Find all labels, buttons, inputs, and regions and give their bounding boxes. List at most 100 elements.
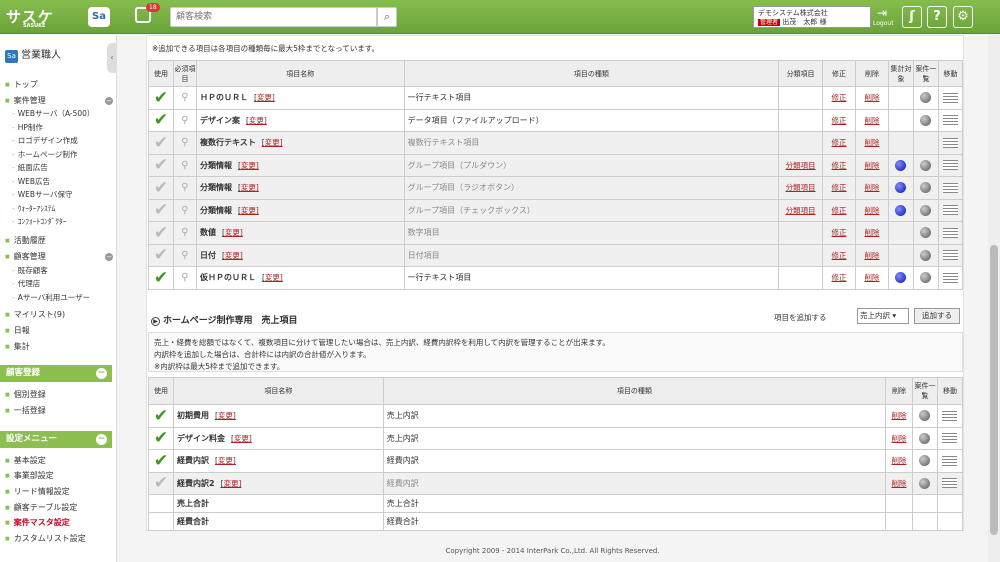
sidebar-item-water[interactable]: ｳｫｰﾀｰｱｼｽﾃﾑ xyxy=(12,203,56,214)
logout-button[interactable]: ⇥ Logout xyxy=(873,6,894,28)
aggregate-toggle-icon[interactable] xyxy=(895,272,907,284)
change-link[interactable]: 変更] xyxy=(254,93,275,102)
customer-search-input[interactable] xyxy=(170,7,377,27)
change-link[interactable]: 変更] xyxy=(231,434,252,443)
delete-link[interactable]: 削除 xyxy=(891,479,906,488)
sidebar-section-settings[interactable]: 設定メニュー − xyxy=(0,431,112,448)
sidebar-item-aserver[interactable]: Aサーバ利用ユーザー xyxy=(12,292,90,303)
collapse-icon[interactable]: − xyxy=(105,253,113,261)
sidebar-item-anken-master[interactable]: 案件マスタ設定 xyxy=(5,517,70,528)
drag-handle-icon[interactable] xyxy=(942,250,958,261)
sidebar-item-kokyaku[interactable]: 顧客管理 xyxy=(5,251,46,262)
change-link[interactable]: 変更] xyxy=(238,183,259,192)
sidebar-item-nippo[interactable]: 日報 xyxy=(5,325,30,336)
change-link[interactable]: 変更] xyxy=(222,228,243,237)
pin-icon[interactable]: ⚲ xyxy=(172,108,197,132)
sidebar-item-reg-bulk[interactable]: 一括登録 xyxy=(5,405,46,416)
collapse-icon[interactable]: − xyxy=(105,97,113,105)
sidebar-item-comfort[interactable]: ｺﾝﾌｫｰﾄｺﾝﾀﾞｸﾀｰ xyxy=(12,216,67,227)
delete-link[interactable]: 削除 xyxy=(865,183,880,192)
sidebar-item-kizon[interactable]: 既存顧客 xyxy=(12,265,48,276)
drag-handle-icon[interactable] xyxy=(942,205,958,216)
aggregate-toggle-icon[interactable] xyxy=(895,182,907,194)
change-link[interactable]: 変更] xyxy=(222,251,243,260)
drag-handle-icon[interactable] xyxy=(942,410,958,421)
sidebar-item-dairi[interactable]: 代理店 xyxy=(12,278,41,289)
pin-icon[interactable]: ⚲ xyxy=(172,266,197,290)
sidebar-item-mylist[interactable]: マイリスト(9) xyxy=(5,309,65,320)
drag-handle-icon[interactable] xyxy=(942,227,958,238)
delete-link[interactable]: 削除 xyxy=(891,411,906,420)
sidebar-item-print[interactable]: 紙面広告 xyxy=(12,162,48,173)
search-icon[interactable]: ⌕ xyxy=(377,7,397,27)
bunrui-link[interactable]: 分類項目 xyxy=(786,206,816,215)
delete-link[interactable]: 削除 xyxy=(891,456,906,465)
drag-handle-icon[interactable] xyxy=(942,272,958,283)
change-link[interactable]: 変更] xyxy=(262,273,283,282)
check-icon[interactable]: ✔ xyxy=(148,426,174,450)
pin-icon[interactable]: ⚲ xyxy=(172,198,197,222)
change-link[interactable]: 変更] xyxy=(238,206,259,215)
sidebar-item-web[interactable]: WEBサーバ（A-500） xyxy=(12,108,95,119)
app-logo[interactable]: サスケ SASUKE xyxy=(6,6,54,29)
pin-icon[interactable]: ⚲ xyxy=(172,153,197,177)
sidebar-section-register[interactable]: 顧客登録 − xyxy=(0,365,112,382)
list-toggle-icon[interactable] xyxy=(920,159,932,171)
check-icon[interactable]: ✔ xyxy=(148,243,174,267)
drag-handle-icon[interactable] xyxy=(942,455,958,466)
drag-handle-icon[interactable] xyxy=(942,182,958,193)
aggregate-toggle-icon[interactable] xyxy=(895,204,907,216)
sidebar-item-lead[interactable]: リード情報設定 xyxy=(5,486,70,497)
check-icon[interactable]: ✔ xyxy=(148,221,174,245)
bunrui-link[interactable]: 分類項目 xyxy=(786,161,816,170)
s-icon[interactable]: ʃ xyxy=(902,6,922,28)
sidebar-collapse-button[interactable]: ‹ xyxy=(107,43,117,73)
pin-icon[interactable]: ⚲ xyxy=(172,243,197,267)
aggregate-toggle-icon[interactable] xyxy=(895,159,907,171)
drag-handle-icon[interactable] xyxy=(942,92,958,103)
sidebar-item-shukei[interactable]: 集計 xyxy=(5,341,30,352)
list-toggle-icon[interactable] xyxy=(920,249,932,261)
check-icon[interactable]: ✔ xyxy=(148,176,174,200)
check-icon[interactable]: ✔ xyxy=(148,198,174,222)
list-toggle-icon[interactable] xyxy=(919,432,931,444)
drag-handle-icon[interactable] xyxy=(942,137,958,148)
sidebar-item-katsudo[interactable]: 活動履歴 xyxy=(5,235,46,246)
edit-link[interactable]: 修正 xyxy=(832,161,847,170)
scrollbar-thumb[interactable] xyxy=(990,245,998,535)
add-item-button[interactable]: 追加する xyxy=(914,308,960,324)
delete-link[interactable]: 削除 xyxy=(891,434,906,443)
sidebar-item-custom-list[interactable]: カスタムリスト設定 xyxy=(5,533,86,544)
edit-link[interactable]: 修正 xyxy=(832,138,847,147)
drag-handle-icon[interactable] xyxy=(942,160,958,171)
sidebar-item-top[interactable]: トップ xyxy=(5,79,38,90)
delete-link[interactable]: 削除 xyxy=(865,93,880,102)
change-link[interactable]: 変更] xyxy=(262,138,283,147)
check-icon[interactable]: ✔ xyxy=(148,471,174,495)
sidebar-item-webhosyu[interactable]: WEBサーバ保守 xyxy=(12,189,73,200)
sidebar-item-basic[interactable]: 基本設定 xyxy=(5,455,46,466)
check-icon[interactable]: ✔ xyxy=(148,449,174,473)
pin-icon[interactable]: ⚲ xyxy=(172,176,197,200)
change-link[interactable]: 変更] xyxy=(246,116,267,125)
scrollbar[interactable] xyxy=(988,35,1000,562)
delete-link[interactable]: 削除 xyxy=(865,116,880,125)
delete-link[interactable]: 削除 xyxy=(865,138,880,147)
sidebar-item-division[interactable]: 事業部設定 xyxy=(5,470,54,481)
list-toggle-icon[interactable] xyxy=(919,477,931,489)
list-toggle-icon[interactable] xyxy=(920,92,932,104)
delete-link[interactable]: 削除 xyxy=(865,228,880,237)
check-icon[interactable]: ✔ xyxy=(148,108,174,132)
delete-link[interactable]: 削除 xyxy=(865,206,880,215)
sidebar-item-hp[interactable]: HP制作 xyxy=(12,122,43,133)
item-type-select[interactable]: 売上内訳 ▾ xyxy=(857,308,909,324)
check-icon[interactable]: ✔ xyxy=(148,404,174,428)
check-icon[interactable]: ✔ xyxy=(148,266,174,290)
change-link[interactable]: 変更] xyxy=(221,479,242,488)
edit-link[interactable]: 修正 xyxy=(832,116,847,125)
sidebar-item-home[interactable]: ホームページ制作 xyxy=(12,149,78,160)
delete-link[interactable]: 削除 xyxy=(865,273,880,282)
change-link[interactable]: 変更] xyxy=(215,456,236,465)
sidebar-item-webad[interactable]: WEB広告 xyxy=(12,176,50,187)
sa-app-icon[interactable]: Sa xyxy=(88,7,110,27)
